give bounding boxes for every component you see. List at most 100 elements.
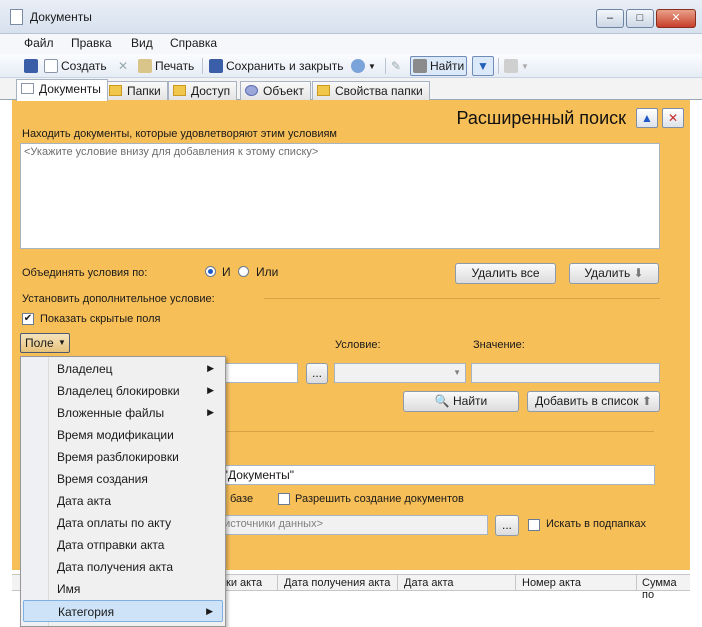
field-menu-item[interactable]: Время создания bbox=[23, 468, 223, 490]
workflow-dropdown[interactable]: ▼ bbox=[349, 56, 378, 76]
print-button[interactable]: Печать bbox=[136, 56, 196, 76]
field-menu-item-label: Имя bbox=[57, 582, 81, 596]
condition-label: Условие: bbox=[335, 339, 381, 351]
delete-all-button[interactable]: Удалить все bbox=[455, 263, 556, 284]
sources-input[interactable]: ые источники данных> bbox=[202, 515, 488, 535]
submenu-arrow-icon: ▶ bbox=[206, 606, 213, 616]
collapse-chevron-up-icon[interactable]: ▲ bbox=[636, 108, 658, 128]
radio-and[interactable] bbox=[205, 266, 216, 277]
field-menu-item[interactable]: Дата акта bbox=[23, 490, 223, 512]
field-menu-item[interactable]: Вложенные файлы ▶ bbox=[23, 402, 223, 424]
allow-create-checkbox[interactable] bbox=[278, 493, 290, 505]
find-label: Найти bbox=[430, 59, 465, 73]
field-menu-item[interactable]: Время разблокировки bbox=[23, 446, 223, 468]
radio-or[interactable] bbox=[238, 266, 249, 277]
tab-folder-properties[interactable]: Свойства папки bbox=[312, 81, 430, 100]
binoculars-icon bbox=[413, 59, 427, 73]
print-label: Печать bbox=[155, 59, 195, 73]
tab-documents-label: Документы bbox=[39, 82, 101, 96]
field-menu-item[interactable]: Владелец блокировки ▶ bbox=[23, 380, 223, 402]
field-menu-item-label: Время модификации bbox=[57, 428, 174, 442]
minimize-button[interactable]: – bbox=[596, 9, 624, 28]
gear-icon bbox=[245, 85, 258, 96]
field-menu-item[interactable]: Время модификации bbox=[23, 424, 223, 446]
field-menu-item-label: Дата акта bbox=[57, 494, 111, 508]
grid-col-date[interactable]: Дата акта bbox=[404, 577, 454, 589]
field-menu-item-label: Дата отправки акта bbox=[57, 538, 165, 552]
arrow-down-icon: ⬇ bbox=[633, 266, 644, 280]
tab-documents[interactable]: Документы bbox=[16, 79, 108, 101]
field-menu-item[interactable]: Дата отправки акта bbox=[23, 534, 223, 556]
submenu-arrow-icon: ▶ bbox=[207, 363, 214, 373]
delete-icon[interactable]: ✕ bbox=[116, 56, 130, 76]
field-menu-item-label: Категория bbox=[58, 605, 115, 619]
window-titlebar: Документы – □ ✕ bbox=[0, 0, 702, 34]
create-button[interactable]: Создать bbox=[42, 56, 109, 76]
field-popup-menu: Владелец ▶ Владелец блокировки ▶ Вложенные ф… bbox=[20, 356, 226, 627]
field-menu-item[interactable]: Дата получения акта bbox=[23, 556, 223, 578]
arrow-up-icon: ⬆ bbox=[641, 394, 652, 408]
add-to-list-button[interactable]: Добавить в список ⬆ bbox=[527, 391, 660, 412]
show-hidden-label: Показать скрытые поля bbox=[40, 313, 161, 325]
search-subfolders-checkbox[interactable] bbox=[528, 519, 540, 531]
field-dropdown[interactable]: Поле ▼ bbox=[20, 333, 70, 353]
submenu-arrow-icon: ▶ bbox=[207, 407, 214, 417]
maximize-button[interactable]: □ bbox=[626, 9, 654, 28]
find-search-button[interactable]: 🔍 Найти bbox=[403, 391, 519, 412]
folder-icon bbox=[317, 85, 330, 96]
field-menu-item-label: Владелец блокировки bbox=[57, 384, 180, 398]
delete-button[interactable]: Удалить ⬇ bbox=[569, 263, 659, 284]
menu-file[interactable]: Файл bbox=[24, 36, 54, 50]
radio-and-label: И bbox=[222, 265, 231, 279]
filter-icon[interactable]: ▼ bbox=[472, 56, 494, 76]
menu-help[interactable]: Справка bbox=[170, 36, 217, 50]
field-menu-item[interactable]: Категория ▶ bbox=[23, 600, 223, 622]
radio-or-label: Или bbox=[256, 265, 279, 279]
window-title: Документы bbox=[30, 10, 92, 24]
save-close-button[interactable]: Сохранить и закрыть bbox=[207, 56, 345, 76]
grid-col-sum[interactable]: Сумма по bbox=[642, 577, 690, 601]
field-menu-item[interactable]: Имя bbox=[23, 578, 223, 600]
field-menu-item-label: Время разблокировки bbox=[57, 450, 179, 464]
grid-col-sent[interactable]: ки акта bbox=[226, 577, 262, 589]
tab-access-label: Доступ bbox=[191, 84, 231, 98]
magnifier-icon: 🔍 bbox=[434, 394, 450, 408]
field-menu-item[interactable]: Дата оплаты по акту bbox=[23, 512, 223, 534]
close-button[interactable]: ✕ bbox=[656, 9, 696, 28]
tab-folder-properties-label: Свойства папки bbox=[335, 84, 423, 98]
additional-condition-label: Установить дополнительное условие: bbox=[22, 293, 215, 305]
grid-col-received[interactable]: Дата получения акта bbox=[284, 577, 390, 589]
folder-input[interactable]: ра "Документы" bbox=[202, 465, 655, 485]
search-subfolders-label: Искать в подпапках bbox=[546, 518, 647, 530]
close-panel-icon[interactable]: ✕ bbox=[662, 108, 684, 128]
tab-strip: Документы Папки Доступ Объект Свойства п… bbox=[0, 78, 702, 101]
find-button[interactable]: Найти bbox=[410, 56, 468, 76]
conditions-list[interactable]: <Укажите условие внизу для добавления к … bbox=[20, 143, 660, 249]
delete-label: Удалить bbox=[584, 266, 631, 280]
chevron-down-icon: ▼ bbox=[58, 338, 66, 347]
tab-folders-label: Папки bbox=[127, 84, 161, 98]
save-close-label: Сохранить и закрыть bbox=[226, 59, 344, 73]
submenu-arrow-icon: ▶ bbox=[207, 385, 214, 395]
sources-browse-button[interactable]: ... bbox=[495, 515, 519, 536]
tag-icon[interactable]: ✎ bbox=[389, 56, 403, 76]
field-browse-button[interactable]: ... bbox=[306, 363, 328, 384]
tab-access[interactable]: Доступ bbox=[168, 81, 238, 100]
value-label: Значение: bbox=[473, 339, 525, 351]
field-menu-item[interactable]: Владелец ▶ bbox=[23, 358, 223, 380]
tab-folders[interactable]: Папки bbox=[104, 81, 168, 100]
value-input[interactable] bbox=[471, 363, 660, 383]
save-icon[interactable] bbox=[22, 56, 40, 76]
condition-select[interactable]: ▼ bbox=[334, 363, 466, 383]
menu-view[interactable]: Вид bbox=[131, 36, 153, 50]
combine-label: Объединять условия по: bbox=[22, 267, 148, 279]
grid-col-number[interactable]: Номер акта bbox=[522, 577, 581, 589]
tab-object[interactable]: Объект bbox=[240, 81, 311, 100]
document-app-icon bbox=[10, 9, 23, 25]
show-hidden-checkbox[interactable]: ✔ bbox=[22, 313, 34, 325]
in-base-label: базе bbox=[230, 493, 254, 505]
conditions-placeholder: <Укажите условие внизу для добавления к … bbox=[24, 146, 319, 158]
menu-edit[interactable]: Правка bbox=[71, 36, 112, 50]
folder-action-icon[interactable]: ▼ bbox=[502, 56, 531, 76]
create-label: Создать bbox=[61, 59, 107, 73]
